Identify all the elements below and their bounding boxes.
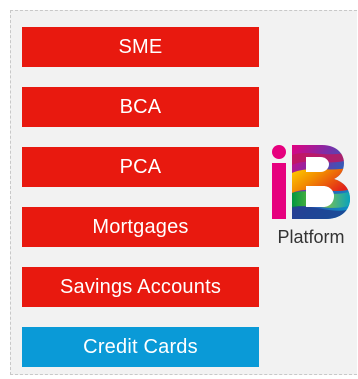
pca-button[interactable]: PCA [22, 147, 259, 187]
bca-button[interactable]: BCA [22, 87, 259, 127]
product-menu: SME BCA PCA Mortgages Savings Accounts C… [22, 27, 259, 367]
sme-button[interactable]: SME [22, 27, 259, 67]
mortgages-button[interactable]: Mortgages [22, 207, 259, 247]
credit-cards-button[interactable]: Credit Cards [22, 327, 259, 367]
ib-platform-logo-icon [272, 145, 350, 219]
savings-accounts-button[interactable]: Savings Accounts [22, 267, 259, 307]
platform-caption: Platform [277, 227, 345, 247]
ib-platform-logo-block: Platform [270, 143, 352, 248]
